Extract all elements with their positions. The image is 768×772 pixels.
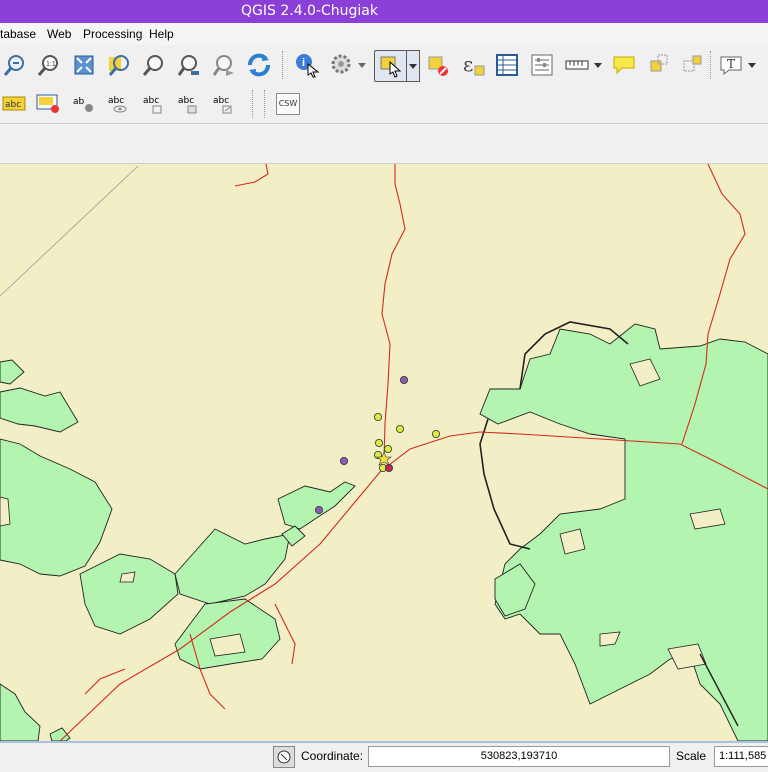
deselect-icon[interactable]: [424, 51, 452, 79]
zoom-full-icon[interactable]: [70, 51, 98, 79]
expression-select-icon[interactable]: ε: [459, 51, 487, 79]
menu-help[interactable]: Help: [149, 27, 174, 41]
land-polygon: [0, 387, 79, 433]
window-title: QGIS 2.4.0-Chugiak: [241, 3, 378, 19]
road-segment: [234, 164, 269, 187]
point-marker[interactable]: [384, 463, 393, 472]
menu-database[interactable]: tabase: [0, 27, 36, 41]
scale-field[interactable]: 1:111,585: [714, 746, 768, 767]
identify-icon[interactable]: i: [293, 51, 321, 79]
point-marker[interactable]: [431, 429, 440, 438]
text-annotation-icon[interactable]: T: [717, 51, 745, 79]
point-marker[interactable]: [399, 375, 408, 384]
svg-text:abc: abc: [213, 96, 229, 106]
svg-text:ab: ab: [73, 97, 85, 107]
refresh-icon[interactable]: [245, 51, 273, 79]
toolbar-separator: [282, 51, 285, 79]
point-marker[interactable]: [314, 505, 323, 514]
csw-button[interactable]: CSW: [274, 90, 302, 118]
new-bookmark-icon[interactable]: [645, 51, 673, 79]
map-canvas-svg[interactable]: [0, 164, 768, 741]
land-polygon: [277, 481, 356, 530]
land-polygon: [79, 553, 179, 635]
zoom-selection-icon[interactable]: [140, 51, 168, 79]
north-road: [381, 164, 406, 460]
label-change-icon[interactable]: abc: [210, 90, 238, 118]
toolbar-separator: [264, 90, 267, 118]
zoom-last-icon[interactable]: [175, 51, 203, 79]
svg-text:abc: abc: [143, 96, 159, 106]
point-marker[interactable]: [383, 444, 392, 453]
measure-icon[interactable]: [563, 51, 591, 79]
land-polygon: [174, 598, 281, 670]
menu-bar: tabase Web Processing Help: [0, 23, 768, 46]
map-tips-icon[interactable]: [610, 51, 638, 79]
chevron-down-icon[interactable]: [745, 51, 759, 79]
messages-icon[interactable]: [273, 746, 295, 768]
scale-label: Scale: [676, 749, 707, 763]
toolbar-separator: [710, 51, 713, 79]
attribute-table-icon[interactable]: [493, 51, 521, 79]
label-highlight-icon[interactable]: ab: [70, 90, 98, 118]
label-tool-text: abc: [5, 100, 21, 110]
boundary-line: [0, 165, 139, 297]
menu-processing[interactable]: Processing: [83, 27, 142, 41]
toolbar-separator: [252, 90, 255, 118]
zoom-native-icon[interactable]: 1:1: [35, 51, 63, 79]
svg-text:abc: abc: [108, 96, 124, 106]
map-canvas[interactable]: [0, 164, 768, 741]
chevron-down-icon[interactable]: [591, 51, 605, 79]
land-polygon: [0, 683, 41, 741]
status-bar: Coordinate: 530823,193710 Scale 1:111,58…: [0, 741, 768, 770]
title-bar: QGIS 2.4.0-Chugiak: [0, 0, 768, 23]
point-marker[interactable]: [339, 456, 348, 465]
map-navigation-toolbar: 1:1 i ε T: [0, 45, 768, 85]
chevron-down-icon[interactable]: [355, 51, 369, 79]
zoom-layer-icon[interactable]: [105, 51, 133, 79]
svg-text:1:1: 1:1: [46, 61, 56, 68]
zoom-out-icon[interactable]: [1, 51, 29, 79]
coordinate-label: Coordinate:: [301, 749, 364, 763]
run-action-icon[interactable]: [328, 51, 356, 79]
menu-web[interactable]: Web: [47, 27, 71, 41]
svg-text:T: T: [727, 57, 735, 71]
select-features-button[interactable]: [374, 50, 408, 82]
toolbar-panel-strip: [0, 124, 768, 164]
label-rotate-icon[interactable]: abc: [175, 90, 203, 118]
land-polygon: [0, 359, 25, 385]
land-hole: [559, 528, 586, 555]
zoom-next-icon[interactable]: [210, 51, 238, 79]
csw-label: CSW: [276, 93, 300, 115]
statistics-icon[interactable]: [528, 51, 556, 79]
label-show-hide-icon[interactable]: abc: [105, 90, 133, 118]
svg-text:i: i: [302, 57, 305, 69]
point-marker[interactable]: [374, 438, 383, 447]
label-toolbar: abc ab abc abc abc abc CSW: [0, 85, 768, 124]
land-polygon: [0, 438, 113, 577]
road-segment: [84, 668, 126, 695]
layer-labeling-icon[interactable]: abc: [1, 90, 29, 118]
land-polygon: [174, 528, 291, 605]
show-bookmarks-icon[interactable]: [680, 51, 708, 79]
point-marker[interactable]: [395, 424, 404, 433]
svg-text:abc: abc: [178, 96, 194, 106]
coordinate-field[interactable]: 530823,193710: [368, 746, 670, 767]
label-move-icon[interactable]: abc: [140, 90, 168, 118]
point-marker[interactable]: [373, 412, 382, 421]
chevron-down-icon[interactable]: [406, 50, 420, 82]
land-hole: [0, 496, 11, 527]
svg-text:ε: ε: [463, 52, 473, 76]
land-polygon: [479, 323, 768, 741]
label-pin-icon[interactable]: [35, 90, 63, 118]
